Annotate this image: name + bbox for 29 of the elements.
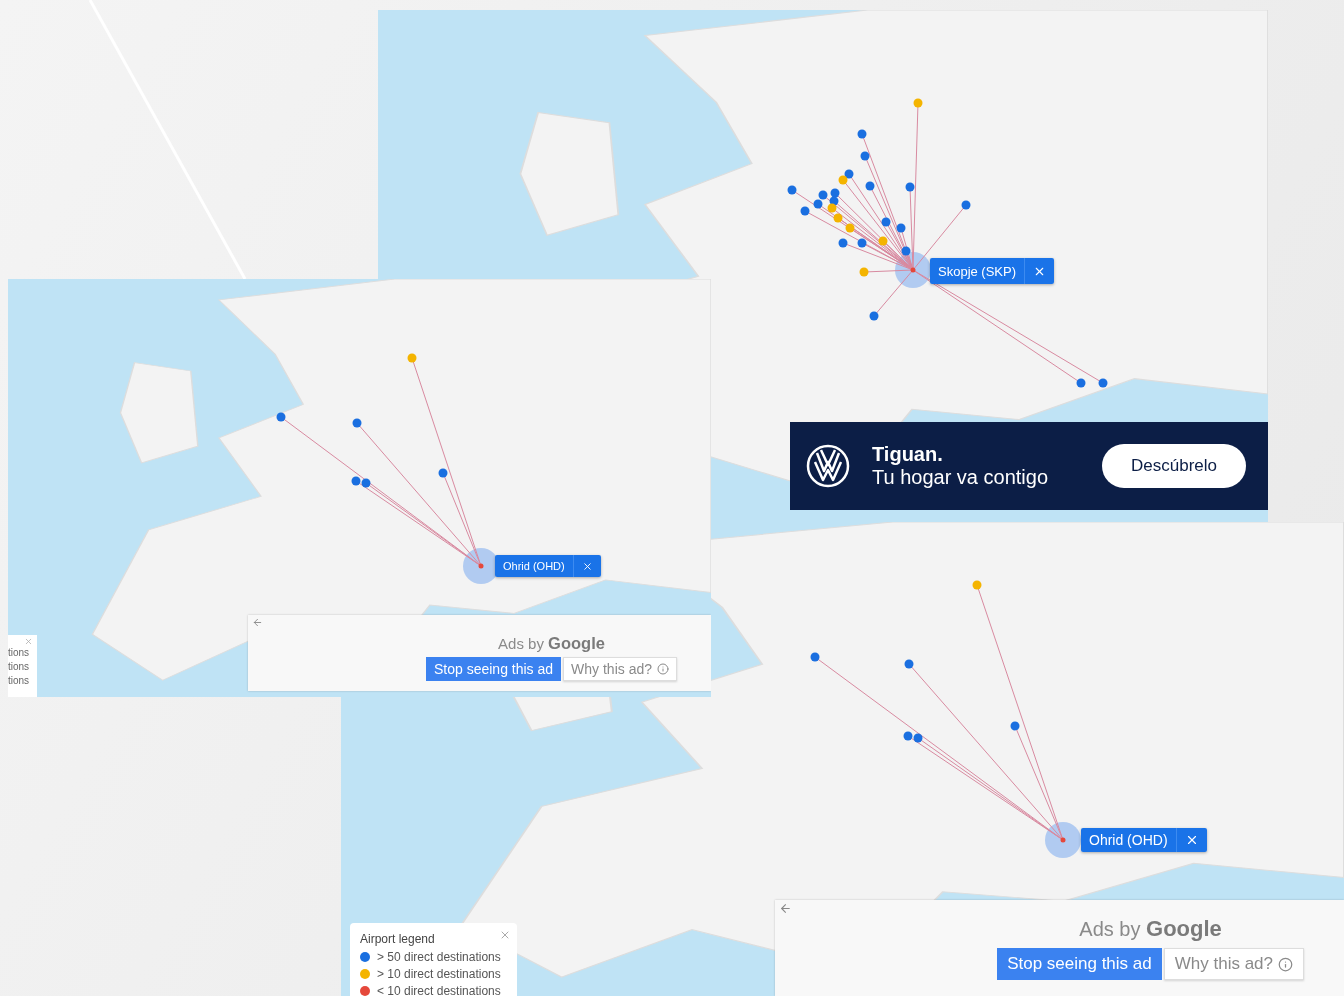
- ad-title: Tiguan.: [872, 443, 944, 466]
- back-arrow-icon[interactable]: [779, 902, 792, 915]
- ads-by-google-label: Ads by Google: [1079, 916, 1222, 942]
- discover-button[interactable]: Descúbrelo: [1102, 444, 1246, 488]
- legend-label: < 10 direct destinations: [377, 983, 501, 996]
- ads-by-google-label: Ads by Google: [498, 634, 605, 653]
- legend-label: > 10 direct destinations: [377, 966, 501, 981]
- close-icon[interactable]: [499, 929, 511, 941]
- why-this-ad-button[interactable]: Why this ad?: [1163, 948, 1304, 980]
- close-icon[interactable]: [1175, 828, 1207, 852]
- legend-label: tions: [8, 646, 30, 660]
- stop-seeing-ad-button[interactable]: Stop seeing this ad: [425, 657, 562, 681]
- back-arrow-icon[interactable]: [252, 617, 263, 628]
- airport-popup-label[interactable]: Ohrid (OHD): [1081, 828, 1176, 852]
- why-this-ad-button[interactable]: Why this ad?: [563, 657, 677, 681]
- legend-label: tions: [8, 674, 30, 688]
- logo-icon: [806, 444, 850, 488]
- legend-label: > 50 direct destinations: [377, 949, 501, 964]
- close-icon[interactable]: [24, 637, 33, 646]
- close-icon[interactable]: [572, 555, 601, 577]
- close-icon[interactable]: [1024, 258, 1055, 284]
- airport-popup-label[interactable]: Skopje (SKP): [930, 258, 1025, 284]
- airport-popup-label[interactable]: Ohrid (OHD): [495, 555, 573, 577]
- legend-label: tions: [8, 660, 30, 674]
- info-icon: [1278, 956, 1293, 972]
- info-icon: [657, 663, 669, 675]
- legend-title: Airport legend: [360, 932, 435, 946]
- stop-seeing-ad-button[interactable]: Stop seeing this ad: [997, 948, 1162, 980]
- ad-subtitle: Tu hogar va contigo: [872, 466, 1050, 489]
